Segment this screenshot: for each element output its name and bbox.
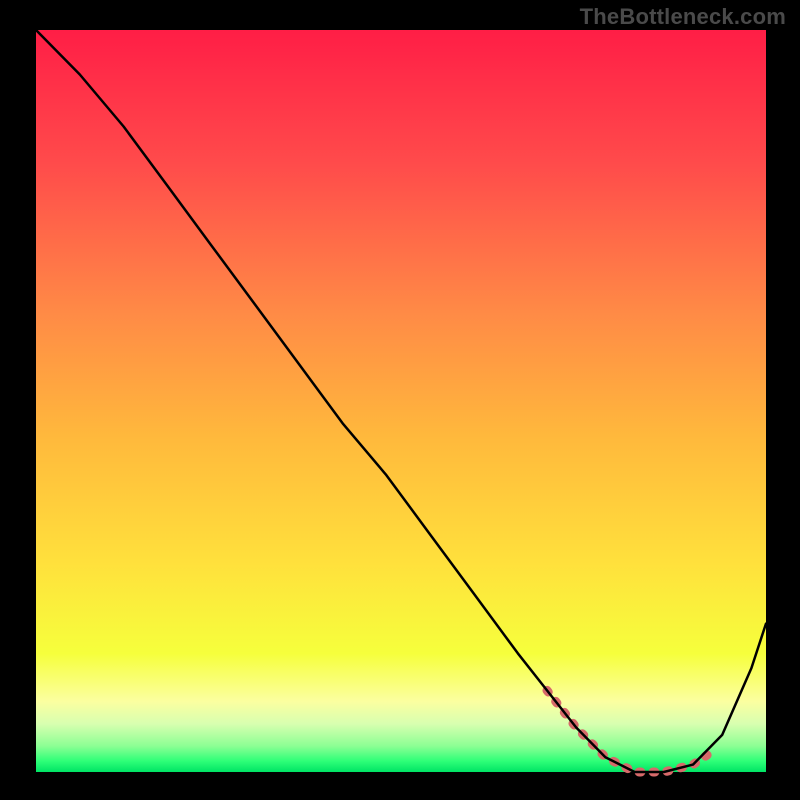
watermark-text: TheBottleneck.com bbox=[580, 4, 786, 30]
bottleneck-chart bbox=[0, 0, 800, 800]
plot-background bbox=[36, 30, 766, 772]
chart-frame: { "watermark": "TheBottleneck.com", "plo… bbox=[0, 0, 800, 800]
